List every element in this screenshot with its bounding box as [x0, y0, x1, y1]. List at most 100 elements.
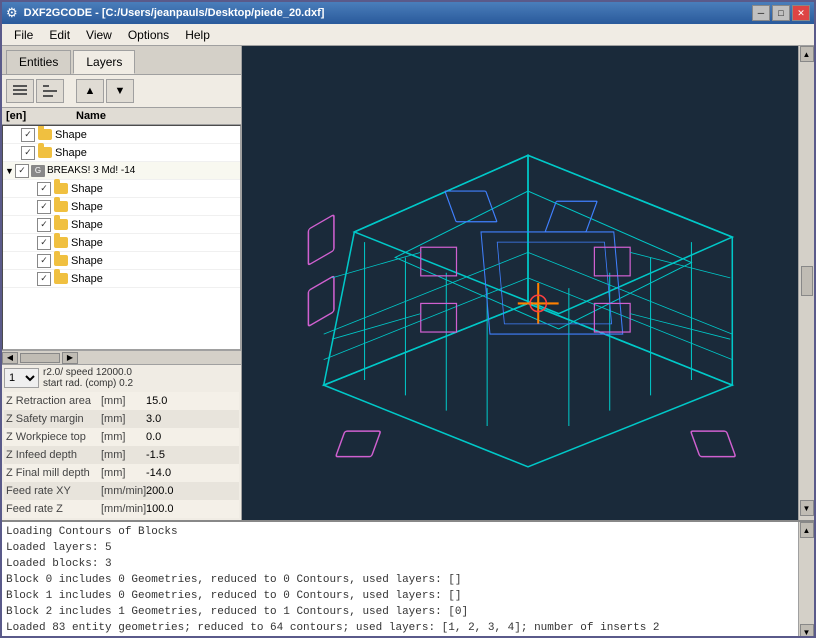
param-label-3: Z Infeed depth	[6, 449, 101, 461]
layer-checkbox[interactable]	[37, 200, 51, 214]
layer-checkbox[interactable]	[37, 236, 51, 250]
tab-layers[interactable]: Layers	[73, 50, 135, 74]
status-log-content: Loading Contours of Blocks Loaded layers…	[2, 522, 814, 638]
layer-toolbar-btn2[interactable]	[36, 79, 64, 103]
settings-panel: 1 r2.0/ speed 12000.0 start rad. (comp) …	[2, 364, 241, 520]
status-vscroll[interactable]: ▲ ▼	[798, 522, 814, 638]
status-line-6: Loaded 83 entity geometries; reduced to …	[6, 620, 794, 636]
status-line-0: Loading Contours of Blocks	[6, 524, 794, 540]
param-row-6: Feed rate Z [mm/min] 100.0	[4, 500, 239, 518]
status-area[interactable]: Loading Contours of Blocks Loaded layers…	[2, 520, 814, 638]
layer-toolbar-up[interactable]: ▲	[76, 79, 104, 103]
menu-edit[interactable]: Edit	[41, 26, 78, 44]
list-item-group[interactable]: ▼ G BREAKS! 3 Md! -14	[3, 162, 240, 180]
cad-drawing	[242, 46, 814, 520]
folder-icon	[37, 128, 53, 142]
layer-checkbox[interactable]	[37, 254, 51, 268]
list-item[interactable]: Shape	[3, 234, 240, 252]
layer-toolbar: ▲ ▼	[2, 75, 241, 108]
status-line-3: Block 0 includes 0 Geometries, reduced t…	[6, 572, 794, 588]
layer-toolbar-down[interactable]: ▼	[106, 79, 134, 103]
tool-info-line2: start rad. (comp) 0.2	[43, 378, 133, 389]
vscroll-track2	[799, 296, 814, 500]
folder-icon	[53, 218, 69, 232]
tool-select[interactable]: 1	[4, 368, 39, 388]
layer-name: Shape	[71, 183, 103, 195]
menu-options[interactable]: Options	[120, 26, 177, 44]
layer-header-col1: [en]	[6, 110, 76, 122]
left-panel: Entities Layers ▲ ▼ [en	[2, 46, 242, 520]
param-label-4: Z Final mill depth	[6, 467, 101, 479]
minimize-button[interactable]: ─	[752, 5, 770, 21]
layer-name: BREAKS! 3 Md! -14	[47, 165, 135, 176]
tool-selector-row: 1 r2.0/ speed 12000.0 start rad. (comp) …	[4, 367, 239, 389]
vscroll-thumb[interactable]	[801, 266, 813, 296]
list-item[interactable]: Shape	[3, 126, 240, 144]
hscroll-right[interactable]: ▶	[62, 352, 78, 364]
layer-name: Shape	[55, 129, 87, 141]
status-scroll-track	[799, 538, 814, 624]
hscroll-left[interactable]: ◀	[2, 352, 18, 364]
main-window: ⚙ DXF2GCODE - [C:/Users/jeanpauls/Deskto…	[0, 0, 816, 638]
folder-icon	[53, 254, 69, 268]
list-item[interactable]: Shape	[3, 180, 240, 198]
param-unit-3: [mm]	[101, 449, 146, 461]
maximize-button[interactable]: □	[772, 5, 790, 21]
layer-toolbar-btn1[interactable]	[6, 79, 34, 103]
group-expand-icon: ▼	[5, 166, 15, 176]
vscroll-track	[799, 62, 814, 266]
folder-icon	[37, 146, 53, 160]
status-line-5: Block 2 includes 1 Geometries, reduced t…	[6, 604, 794, 620]
param-unit-4: [mm]	[101, 467, 146, 479]
layer-checkbox[interactable]	[21, 146, 35, 160]
layer-list-hscroll[interactable]: ◀ ▶	[2, 350, 241, 364]
param-unit-0: [mm]	[101, 395, 146, 407]
menu-help[interactable]: Help	[177, 26, 218, 44]
vscroll-down[interactable]: ▼	[800, 500, 814, 516]
hscroll-thumb[interactable]	[20, 353, 60, 363]
canvas-vscroll[interactable]: ▲ ▼	[798, 46, 814, 520]
layer-name: Shape	[71, 255, 103, 267]
status-line-2: Loaded blocks: 3	[6, 556, 794, 572]
close-button[interactable]: ✕	[792, 5, 810, 21]
status-line-1: Loaded layers: 5	[6, 540, 794, 556]
menu-file[interactable]: File	[6, 26, 41, 44]
list-item[interactable]: Shape	[3, 198, 240, 216]
status-scroll-down[interactable]: ▼	[800, 624, 814, 638]
status-scroll-up[interactable]: ▲	[800, 522, 814, 538]
param-row-0: Z Retraction area [mm] 15.0	[4, 392, 239, 410]
param-value-0: 15.0	[146, 395, 167, 407]
menu-view[interactable]: View	[78, 26, 120, 44]
tab-entities[interactable]: Entities	[6, 50, 71, 74]
layer-list-container[interactable]: Shape Shape ▼ G	[2, 125, 241, 350]
tool-info: r2.0/ speed 12000.0 start rad. (comp) 0.…	[43, 367, 133, 389]
layer-checkbox[interactable]	[15, 164, 29, 178]
layer-checkbox[interactable]	[37, 218, 51, 232]
param-value-3: -1.5	[146, 449, 165, 461]
content-wrapper: Entities Layers ▲ ▼ [en	[2, 46, 814, 638]
list-item[interactable]: Shape	[3, 270, 240, 288]
title-bar-controls: ─ □ ✕	[752, 5, 810, 21]
param-label-6: Feed rate Z	[6, 503, 101, 515]
layer-checkbox[interactable]	[37, 272, 51, 286]
app-icon: ⚙	[6, 5, 18, 21]
param-value-2: 0.0	[146, 431, 161, 443]
layer-name: Shape	[71, 219, 103, 231]
param-value-6: 100.0	[146, 503, 174, 515]
param-unit-2: [mm]	[101, 431, 146, 443]
folder-icon	[53, 236, 69, 250]
cad-canvas-area[interactable]: ▲ ▼	[242, 46, 814, 520]
group-icon: G	[31, 165, 45, 177]
param-row-5: Feed rate XY [mm/min] 200.0	[4, 482, 239, 500]
layer-checkbox[interactable]	[21, 128, 35, 142]
tool-info-line1: r2.0/ speed 12000.0	[43, 367, 133, 378]
tab-bar: Entities Layers	[2, 46, 241, 75]
param-row-1: Z Safety margin [mm] 3.0	[4, 410, 239, 428]
layer-name: Shape	[71, 237, 103, 249]
vscroll-up[interactable]: ▲	[800, 46, 814, 62]
list-item[interactable]: Shape	[3, 252, 240, 270]
list-item[interactable]: Shape	[3, 144, 240, 162]
param-unit-1: [mm]	[101, 413, 146, 425]
layer-checkbox[interactable]	[37, 182, 51, 196]
list-item[interactable]: Shape	[3, 216, 240, 234]
